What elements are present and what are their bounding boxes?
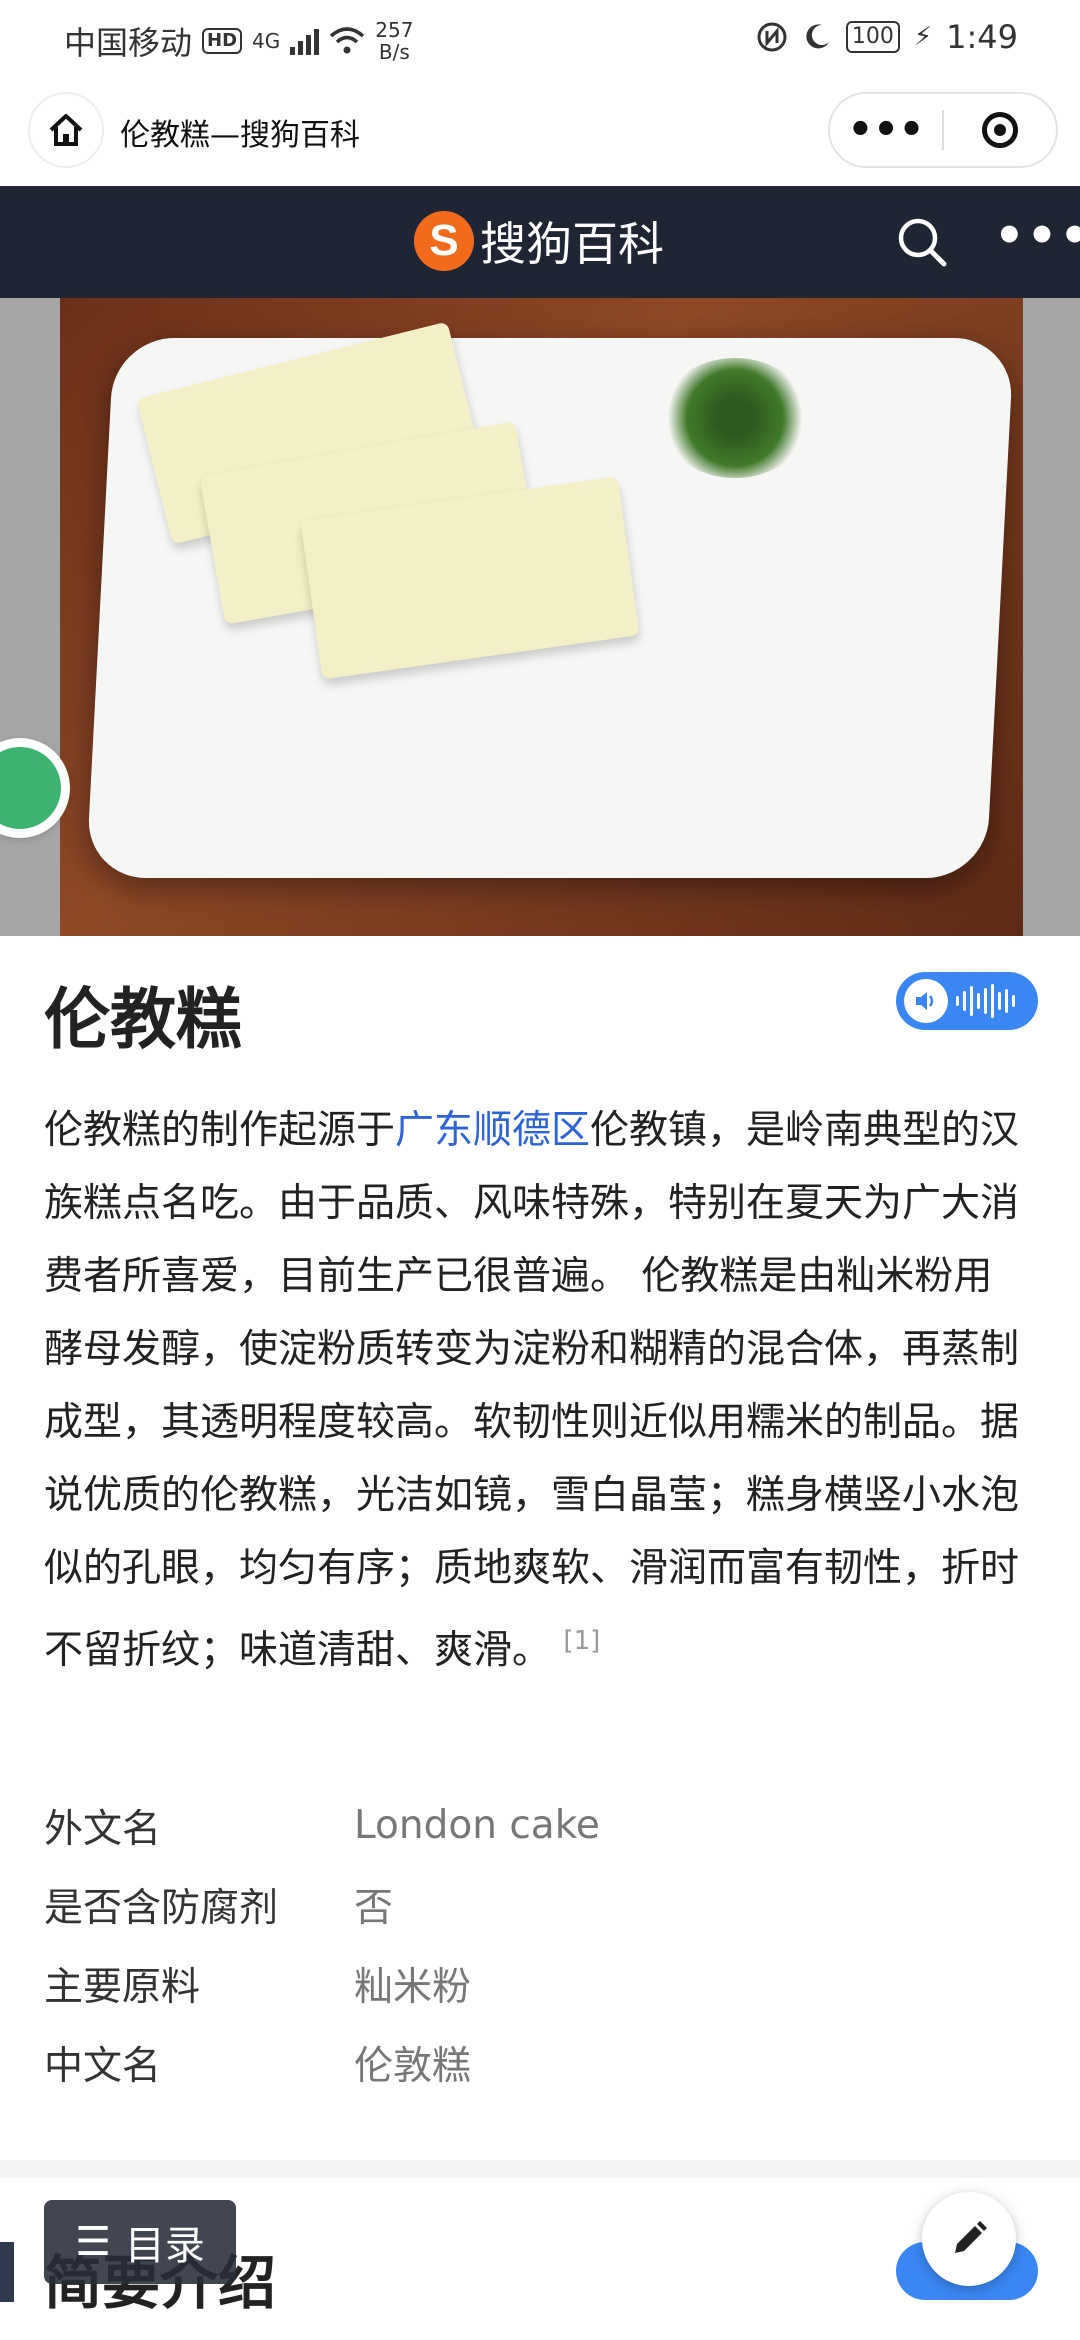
- speed-unit: B/s: [378, 40, 410, 64]
- page-title: 伦教糕—搜狗百科: [120, 118, 360, 153]
- wechat-share-icon: [0, 747, 61, 829]
- close-target-icon: [982, 112, 1018, 148]
- article-title: 伦教糕: [44, 981, 242, 1058]
- close-button[interactable]: [944, 112, 1056, 148]
- logo-text: 搜狗百科: [480, 217, 664, 271]
- parsley-garnish: [660, 358, 810, 478]
- speaker-icon: [904, 979, 948, 1023]
- site-header: S 搜狗百科 •••: [0, 186, 1080, 298]
- infobox-row: 主要原料 籼米粉: [44, 1944, 1024, 2023]
- status-left: 中国移动 HD 4G 257 B/s: [64, 18, 413, 64]
- toc-label: 目录: [124, 2223, 205, 2269]
- search-icon: [898, 218, 947, 267]
- infobox-value: 伦敦糕: [354, 2043, 472, 2089]
- infobox-key: 外文名: [44, 1806, 162, 1852]
- edit-pencil-icon: [955, 2221, 987, 2253]
- infobox-row: 是否含防腐剂 否: [44, 1865, 1024, 1944]
- infobox-value: 否: [354, 1885, 394, 1931]
- infobox-value: London cake: [354, 1803, 600, 1848]
- moon-icon: [806, 24, 829, 49]
- location-link[interactable]: 广东顺德区: [395, 1108, 590, 1153]
- home-icon: [49, 114, 83, 146]
- network-speed: 257 B/s: [375, 19, 413, 63]
- infobox-row: 中文名 伦敦糕: [44, 2023, 1024, 2102]
- infobox-value: 籼米粉: [354, 1964, 472, 2010]
- mini-program-navbar: 伦教糕—搜狗百科 •••: [0, 80, 1080, 186]
- speed-value: 257: [375, 18, 414, 42]
- carrier-name: 中国移动: [64, 24, 193, 62]
- battery-icon: 100: [845, 21, 900, 53]
- capsule-menu: •••: [828, 92, 1058, 168]
- status-right: 100 ⚡ 1:49: [756, 18, 1018, 56]
- clock: 1:49: [946, 18, 1018, 56]
- search-button[interactable]: [896, 216, 948, 272]
- status-bar: 中国移动 HD 4G 257 B/s 100 ⚡ 1:49: [0, 0, 1080, 80]
- infobox: 外文名 London cake 是否含防腐剂 否 主要原料 籼米粉 中文名 伦敦…: [44, 1786, 1024, 2102]
- sound-wave-icon: [956, 984, 1015, 1018]
- toc-button[interactable]: ☰ 目录: [44, 2200, 236, 2284]
- article-summary: 伦教糕的制作起源于广东顺德区伦教镇，是岭南典型的汉族糕点名吃。由于品质、风味特殊…: [44, 1094, 1024, 1687]
- edit-button[interactable]: [922, 2192, 1016, 2286]
- lunjiao-cake-photo[interactable]: [60, 298, 1023, 936]
- section-divider: [0, 2160, 1080, 2178]
- hero-image-area: [0, 298, 1080, 936]
- summary-text: 伦教糕的制作起源于: [44, 1108, 396, 1153]
- reference-link[interactable]: [1]: [563, 1626, 600, 1656]
- menu-icon: ☰: [75, 2219, 111, 2265]
- home-button[interactable]: [28, 92, 104, 168]
- infobox-key: 主要原料: [44, 1964, 201, 2010]
- infobox-key: 中文名: [44, 2043, 162, 2089]
- signal-icon: [290, 27, 320, 55]
- summary-text: 伦教镇，是岭南典型的汉族糕点名吃。由于品质、风味特殊，特别在夏天为广大消费者所喜…: [44, 1108, 1020, 1673]
- sogou-logo-icon: S: [414, 211, 474, 271]
- network-type: 4G: [252, 29, 281, 53]
- section-marker: [0, 2242, 14, 2302]
- audio-play-button[interactable]: [896, 972, 1038, 1030]
- charging-icon: ⚡: [913, 22, 933, 52]
- header-more-button[interactable]: •••: [994, 212, 1080, 260]
- infobox-row: 外文名 London cake: [44, 1786, 1024, 1865]
- site-logo[interactable]: S 搜狗百科: [414, 208, 664, 274]
- more-button[interactable]: •••: [830, 110, 942, 150]
- wifi-icon: [330, 27, 365, 54]
- nfc-icon: [757, 22, 787, 52]
- infobox-key: 是否含防腐剂: [44, 1885, 279, 1931]
- hd-badge: HD: [202, 28, 243, 54]
